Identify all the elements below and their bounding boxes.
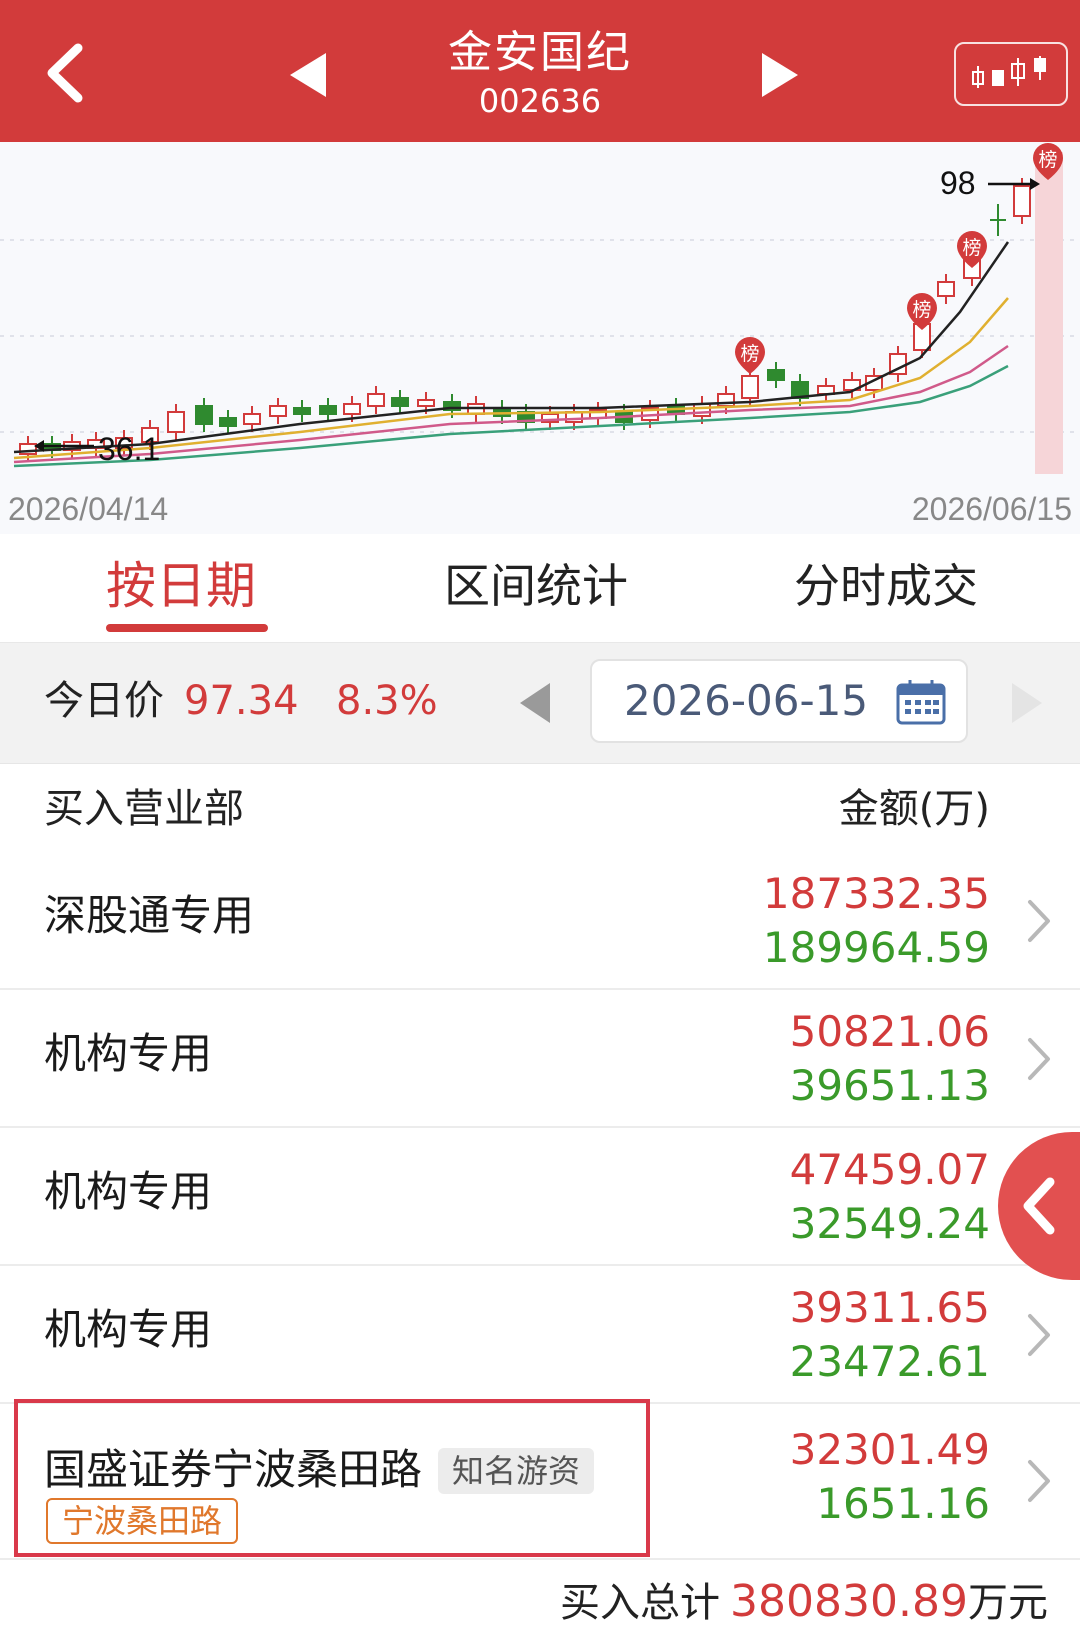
rank-badge-label: 榜 [740,343,759,365]
active-tab-indicator [106,624,268,632]
candle-body [1013,185,1031,217]
candle-body [741,375,759,399]
kline-chart-svg: 36.198榜榜榜榜2026/04/14 2026/06/15 [0,143,1080,527]
candle-body [391,397,409,407]
department-name: 机构专用 [44,1029,213,1078]
stock-name: 金安国纪 [448,27,632,78]
kline-toggle-button[interactable] [954,42,1068,106]
selected-day-band [1035,152,1063,474]
ma20-line [13,344,1009,464]
today-change-pct: 8.3% [336,678,438,724]
sell-amount: 1651.16 [816,1479,990,1528]
stock-title-block: 金安国纪 002636 [390,26,690,120]
chevron-right-icon [1028,900,1050,942]
candle-body [367,393,385,407]
floating-collapse-button[interactable] [998,1132,1080,1280]
candle-body [693,403,711,417]
list-item[interactable]: 机构专用 50821.06 39651.13 [0,990,1080,1128]
buy-amount: 187332.35 [762,869,990,918]
buy-total-footer: 买入总计 380830.89 万元 [0,1560,1080,1636]
buy-amount: 50821.06 [789,1007,990,1056]
next-date-button[interactable] [1006,681,1046,725]
ma10-line [13,297,1009,460]
candle-body [243,413,261,425]
prev-stock-button[interactable] [280,45,340,105]
prev-triangle-icon [290,53,326,97]
candle-body [293,407,311,415]
sell-amount: 189964.59 [762,923,990,972]
price-date-bar: 今日价 97.34 8.3% 2026-06-15 [0,643,1080,763]
sell-amount: 23472.61 [789,1337,990,1386]
candle-body [269,405,287,417]
stock-code: 002636 [478,82,602,120]
next-date-triangle-icon [1012,683,1042,723]
list-item[interactable]: 国盛证券宁波桑田路 知名游资 宁波桑田路 32301.49 1651.16 [0,1404,1080,1560]
kline-chart-icon [972,56,1046,88]
department-name: 深股通专用 [44,891,255,940]
sell-amount: 32549.24 [789,1199,990,1248]
famous-trader-tag: 知名游资 [438,1448,595,1494]
rank-badge-label: 榜 [962,237,981,259]
amount-header: 金额(万) [838,786,990,832]
buy-amount: 47459.07 [789,1145,990,1194]
tab-bar: 按日期 区间统计 分时成交 [0,534,1080,643]
candle-body [219,417,237,427]
sell-amount: 39651.13 [789,1061,990,1110]
chevron-right-icon [1028,1460,1050,1502]
buy-total-label: 买入总计 [560,1580,720,1626]
chevron-left-icon [998,1132,1080,1280]
candle-body [167,411,185,433]
tab-tick-trades[interactable]: 分时成交 [794,556,978,616]
next-triangle-icon [762,53,798,97]
selected-date: 2026-06-15 [624,676,869,725]
back-button[interactable] [40,38,100,108]
today-price-value: 97.34 [184,678,299,724]
chevron-right-icon [1028,1314,1050,1356]
kline-chart[interactable]: 36.1 98 榜榜榜榜 2026/04/14 2026/06/15 [0,142,1080,534]
candle-body [767,369,785,381]
tab-by-date[interactable]: 按日期 [106,556,256,616]
rank-badge-label: 榜 [912,299,931,321]
low-price-label: 36.1 [98,431,160,467]
trader-alias-tag[interactable]: 宁波桑田路 [46,1498,239,1544]
buy-amount: 32301.49 [789,1425,990,1474]
prev-date-triangle-icon [520,683,550,723]
chart-start-date: 2026/04/14 [8,491,168,527]
department-name: 国盛证券宁波桑田路 [44,1445,423,1494]
next-stock-button[interactable] [748,45,808,105]
chart-end-date: 2026/06/15 [912,491,1072,527]
department-name: 机构专用 [44,1305,213,1354]
buy-total-value: 380830.89 [730,1576,968,1627]
department-name: 机构专用 [44,1167,213,1216]
buy-total-unit: 万元 [968,1580,1048,1626]
app-header: 金安国纪 002636 [0,0,1080,142]
list-item[interactable]: 深股通专用 187332.35 189964.59 [0,852,1080,990]
candle-body [319,405,337,415]
candle-body [343,403,361,415]
calendar-icon [896,680,946,725]
buy-department-header: 买入营业部 [44,786,244,832]
date-picker[interactable]: 2026-06-15 [590,659,968,743]
prev-date-button[interactable] [516,681,556,725]
list-item[interactable]: 机构专用 39311.65 23472.61 [0,1266,1080,1404]
rank-badge-label: 榜 [1038,149,1057,171]
candle-body [937,281,955,297]
today-price-label: 今日价 [44,678,164,724]
candle-body [195,405,213,425]
list-header: 买入营业部 金额(万) [0,763,1080,853]
high-price-label: 98 [940,165,976,201]
candle-body [417,399,435,407]
buy-amount: 39311.65 [789,1283,990,1332]
chevron-right-icon [1028,1038,1050,1080]
list-item[interactable]: 机构专用 47459.07 32549.24 [0,1128,1080,1266]
back-chevron-icon [47,43,83,103]
tab-range-stats[interactable]: 区间统计 [444,556,628,616]
